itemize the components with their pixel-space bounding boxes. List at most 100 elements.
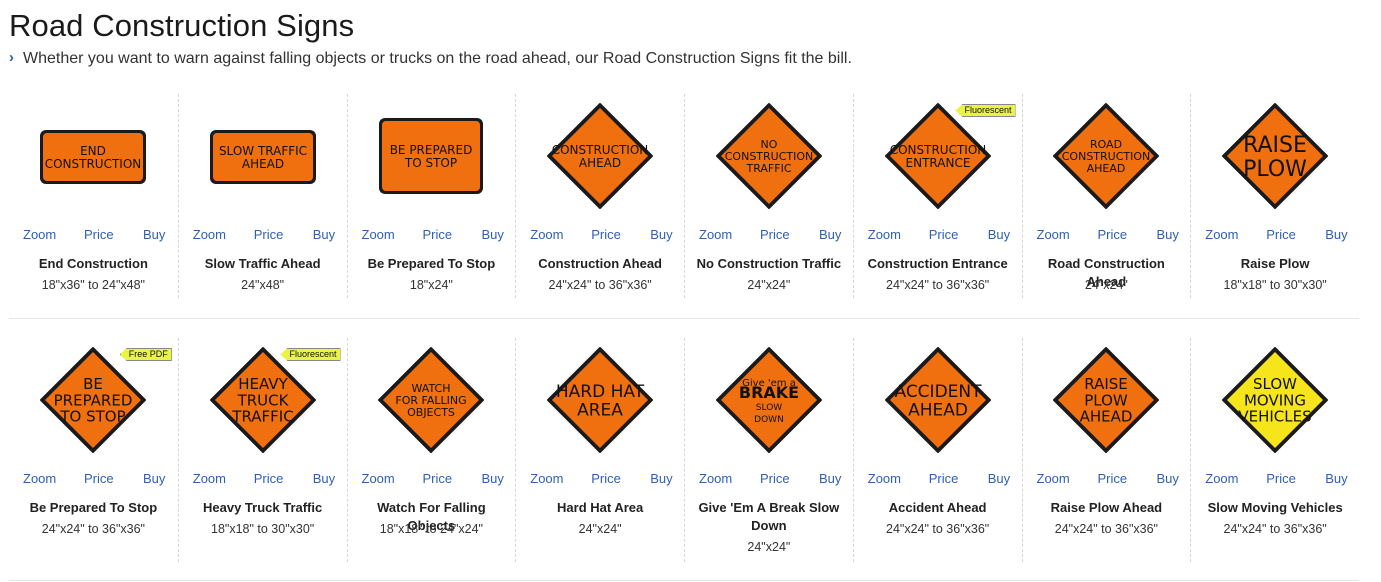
sign-image[interactable]: ENDCONSTRUCTION [38,128,148,186]
product-name[interactable]: Construction Entrance [858,255,1018,273]
price-link[interactable]: Price [1266,227,1296,242]
sign-image-area[interactable]: Give 'em a BRAKE SLOW DOWN [685,338,853,464]
divider [9,318,1359,319]
sign-text: OBJECTS [407,406,455,419]
sign-image-area[interactable]: RAISE PLOW AHEAD [1023,338,1191,464]
sign-image-area[interactable]: CONSTRUCTION AHEAD [516,94,684,220]
zoom-link[interactable]: Zoom [362,471,395,486]
price-link[interactable]: Price [591,227,621,242]
buy-link[interactable]: Buy [313,471,335,486]
price-link[interactable]: Price [254,471,284,486]
sign-image[interactable]: WATCHFOR FALLINGOBJECTS [377,346,485,454]
zoom-link[interactable]: Zoom [193,227,226,242]
sign-image-area[interactable]: RAISE PLOW [1191,94,1359,220]
sign-image[interactable]: HEAVYTRUCKTRAFFIC [209,346,317,454]
sign-text: AHEAD [241,157,283,171]
product-name[interactable]: Construction Ahead [520,255,680,273]
product-name[interactable]: Heavy Truck Traffic [183,499,343,517]
zoom-link[interactable]: Zoom [1205,471,1238,486]
sign-image-area[interactable]: ROAD CONSTRUCTION AHEAD [1023,94,1191,220]
zoom-link[interactable]: Zoom [530,471,563,486]
zoom-link[interactable]: Zoom [699,471,732,486]
price-link[interactable]: Price [84,227,114,242]
price-link[interactable]: Price [254,227,284,242]
sign-image[interactable]: HARD HATAREA [546,346,654,454]
sign-image[interactable]: BEPREPAREDTO STOP [39,346,147,454]
product-name[interactable]: Raise Plow Ahead [1027,499,1187,517]
product-card: Give 'em a BRAKE SLOW DOWN Zoom Price Buy Give … [684,338,853,562]
price-link[interactable]: Price [591,471,621,486]
buy-link[interactable]: Buy [143,471,165,486]
product-name[interactable]: Give 'Em A Break Slow Down [689,499,849,535]
sign-image-area[interactable]: NO CONSTRUCTION TRAFFIC [685,94,853,220]
zoom-link[interactable]: Zoom [1037,227,1070,242]
price-link[interactable]: Price [1266,471,1296,486]
sign-image[interactable]: ACCIDENTAHEAD [884,346,992,454]
sign-image[interactable]: Give 'em aBRAKESLOWDOWN [715,346,823,454]
buy-link[interactable]: Buy [988,471,1010,486]
sign-image-area[interactable]: HARD HAT AREA [516,338,684,464]
sign-image-area[interactable]: SLOW TRAFFIC AHEAD [179,94,347,220]
price-link[interactable]: Price [423,227,453,242]
buy-link[interactable]: Buy [819,227,841,242]
buy-link[interactable]: Buy [819,471,841,486]
buy-link[interactable]: Buy [1325,227,1347,242]
zoom-link[interactable]: Zoom [23,471,56,486]
buy-link[interactable]: Buy [143,227,165,242]
sign-image[interactable]: BE PREPAREDTO STOP [377,116,485,196]
product-name[interactable]: Slow Moving Vehicles [1195,499,1355,517]
buy-link[interactable]: Buy [482,227,504,242]
sign-image[interactable]: NOCONSTRUCTIONTRAFFIC [715,102,823,210]
sign-image[interactable]: RAISEPLOW [1221,102,1329,210]
sign-image[interactable]: CONSTRUCTIONAHEAD [546,102,654,210]
price-link[interactable]: Price [84,471,114,486]
zoom-link[interactable]: Zoom [1037,471,1070,486]
sign-image-area[interactable]: END CONSTRUCTION [9,94,178,220]
zoom-link[interactable]: Zoom [699,227,732,242]
price-link[interactable]: Price [1098,227,1128,242]
sign-image[interactable]: RAISEPLOWAHEAD [1052,346,1160,454]
buy-link[interactable]: Buy [1157,471,1179,486]
zoom-link[interactable]: Zoom [868,227,901,242]
sign-image-area[interactable]: BE PREPARED TO STOP [348,94,516,220]
price-link[interactable]: Price [760,471,790,486]
zoom-link[interactable]: Zoom [868,471,901,486]
sign-image[interactable]: CONSTRUCTIONENTRANCE [884,102,992,210]
product-card: CONSTRUCTION AHEAD Zoom Price Buy Constructio… [515,94,684,298]
product-name[interactable]: No Construction Traffic [689,255,849,273]
zoom-link[interactable]: Zoom [362,227,395,242]
zoom-link[interactable]: Zoom [1205,227,1238,242]
zoom-link[interactable]: Zoom [23,227,56,242]
sign-image-area[interactable]: SLOW MOVING VEHICLES [1191,338,1359,464]
buy-link[interactable]: Buy [1157,227,1179,242]
product-name[interactable]: Be Prepared To Stop [352,255,512,273]
sign-image[interactable]: SLOW TRAFFICAHEAD [208,128,318,186]
sign-image[interactable]: ROADCONSTRUCTIONAHEAD [1052,102,1160,210]
buy-link[interactable]: Buy [650,227,672,242]
sign-image[interactable]: SLOWMOVINGVEHICLES [1221,346,1329,454]
product-name[interactable]: Raise Plow [1195,255,1355,273]
price-link[interactable]: Price [929,227,959,242]
product-name[interactable]: Hard Hat Area [520,499,680,517]
sign-image-area[interactable]: WATCH FOR FALLING OBJECTS [348,338,516,464]
buy-link[interactable]: Buy [482,471,504,486]
zoom-link[interactable]: Zoom [193,471,226,486]
buy-link[interactable]: Buy [988,227,1010,242]
sign-text: TO STOP [60,408,126,426]
price-link[interactable]: Price [423,471,453,486]
product-name[interactable]: Accident Ahead [858,499,1018,517]
zoom-link[interactable]: Zoom [530,227,563,242]
product-name[interactable]: End Construction [13,255,174,273]
sign-text: PLOW [1243,157,1307,182]
product-name[interactable]: Be Prepared To Stop [13,499,174,517]
buy-link[interactable]: Buy [313,227,335,242]
product-name[interactable]: Slow Traffic Ahead [183,255,343,273]
buy-link[interactable]: Buy [1325,471,1347,486]
sign-image-area[interactable]: ACCIDENT AHEAD [854,338,1022,464]
price-link[interactable]: Price [929,471,959,486]
price-link[interactable]: Price [1098,471,1128,486]
price-link[interactable]: Price [760,227,790,242]
buy-link[interactable]: Buy [650,471,672,486]
product-row-1: END CONSTRUCTION Zoom Price Buy End Construct… [9,94,1359,298]
sign-text: TO STOP [404,156,457,170]
